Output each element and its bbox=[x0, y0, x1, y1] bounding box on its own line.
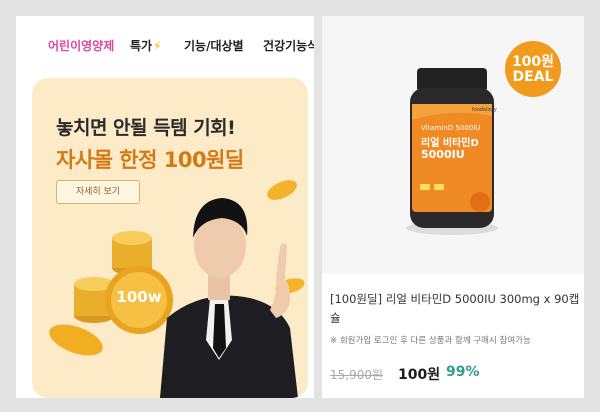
tab-function-target[interactable]: 기능/대상별 bbox=[184, 37, 244, 54]
tab-special-deal[interactable]: 특가⚡ bbox=[130, 37, 162, 54]
product-image[interactable]: foodology VitaminD 5000IU 리얼 비타민D 5000IU… bbox=[322, 16, 584, 274]
category-nav: 어린이영양제 특가⚡ 기능/대상별 건강기능식 bbox=[16, 16, 314, 74]
lightning-icon: ⚡ bbox=[153, 39, 162, 53]
coin-label: 100w bbox=[116, 288, 162, 306]
capsule-icon bbox=[267, 180, 297, 200]
tab-special-label: 특가 bbox=[130, 39, 153, 53]
promo-panel: 어린이영양제 특가⚡ 기능/대상별 건강기능식 놓치면 안될 득템 기회! 자사… bbox=[16, 16, 314, 398]
bottle-name-line1: 리얼 비타민D bbox=[421, 138, 479, 149]
bottle-name-line2: 5000IU bbox=[421, 148, 465, 161]
deal-badge-text: DEAL bbox=[512, 69, 554, 85]
deal-badge: 100원 DEAL bbox=[505, 41, 561, 97]
tab-health-food[interactable]: 건강기능식 bbox=[263, 37, 314, 54]
original-price: 15,900원 bbox=[330, 368, 384, 382]
view-details-button[interactable]: 자세히 보기 bbox=[56, 180, 140, 204]
product-notice: ※ 회원가입 로그인 후 다른 상품과 함께 구매시 참여가능 bbox=[330, 336, 531, 346]
product-title[interactable]: [100원딜] 리얼 비타민D 5000IU 300mg x 90캡슐 bbox=[330, 290, 580, 328]
price-row: 15,900원 100원 99% bbox=[330, 364, 580, 384]
bottle-vitamin-label: VitaminD 5000IU bbox=[421, 124, 481, 132]
bottle-brand: foodology bbox=[472, 107, 497, 113]
model-figure bbox=[160, 198, 298, 398]
banner-subtitle: 자사몰 한정 100원딜 bbox=[56, 148, 244, 172]
discount-rate: 99% bbox=[446, 364, 480, 380]
deal-badge-price: 100원 bbox=[511, 54, 555, 70]
sale-price: 100원 bbox=[398, 367, 441, 383]
banner-title: 놓치면 안될 득템 기회! bbox=[56, 117, 236, 139]
tab-kids-nutrients[interactable]: 어린이영양제 bbox=[48, 37, 114, 54]
promo-banner[interactable]: 놓치면 안될 득템 기회! 자사몰 한정 100원딜 자세히 보기 100w bbox=[32, 78, 308, 398]
capsule-icon bbox=[49, 324, 103, 356]
product-card[interactable]: foodology VitaminD 5000IU 리얼 비타민D 5000IU… bbox=[322, 16, 584, 398]
